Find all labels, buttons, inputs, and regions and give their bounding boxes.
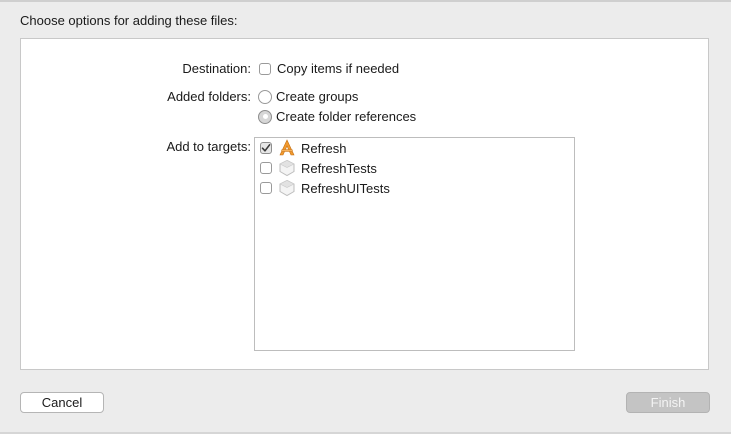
create-groups-option[interactable]: Create groups [258, 89, 358, 104]
added-folders-label: Added folders: [167, 89, 251, 104]
create-groups-radio[interactable] [258, 89, 272, 104]
destination-label: Destination: [182, 61, 251, 76]
finish-button[interactable]: Finish [626, 392, 710, 413]
target-row-refreshtests[interactable]: RefreshTests [260, 159, 377, 177]
test-target-icon [278, 159, 296, 177]
targets-list[interactable]: Refresh RefreshTests RefreshUITests [254, 137, 575, 351]
create-folder-references-option[interactable]: Create folder references [258, 109, 416, 124]
create-groups-label: Create groups [276, 89, 359, 104]
target-refreshtests-label: RefreshTests [301, 160, 377, 176]
options-panel: Destination: Copy items if needed Added … [20, 38, 709, 370]
target-row-refreshuitests[interactable]: RefreshUITests [260, 179, 390, 197]
target-refresh-checkbox[interactable] [260, 142, 272, 154]
target-refresh-label: Refresh [301, 140, 347, 156]
target-refreshtests-checkbox[interactable] [260, 162, 272, 174]
target-refreshuitests-label: RefreshUITests [301, 180, 390, 196]
create-folder-references-radio[interactable] [258, 109, 272, 124]
copy-items-option[interactable]: Copy items if needed [259, 61, 399, 76]
copy-items-checkbox[interactable] [259, 62, 271, 75]
radio-selected-dot [262, 114, 268, 119]
app-target-icon [278, 139, 296, 157]
test-target-icon [278, 179, 296, 197]
copy-items-label: Copy items if needed [277, 61, 400, 76]
target-row-refresh[interactable]: Refresh [260, 139, 347, 157]
sheet-title: Choose options for adding these files: [20, 13, 238, 28]
target-refreshuitests-checkbox[interactable] [260, 182, 272, 194]
add-to-targets-label: Add to targets: [166, 139, 251, 154]
cancel-button[interactable]: Cancel [20, 392, 104, 413]
checkmark-icon [261, 144, 271, 152]
create-folder-references-label: Create folder references [276, 109, 417, 124]
sheet-top-edge [0, 0, 731, 2]
